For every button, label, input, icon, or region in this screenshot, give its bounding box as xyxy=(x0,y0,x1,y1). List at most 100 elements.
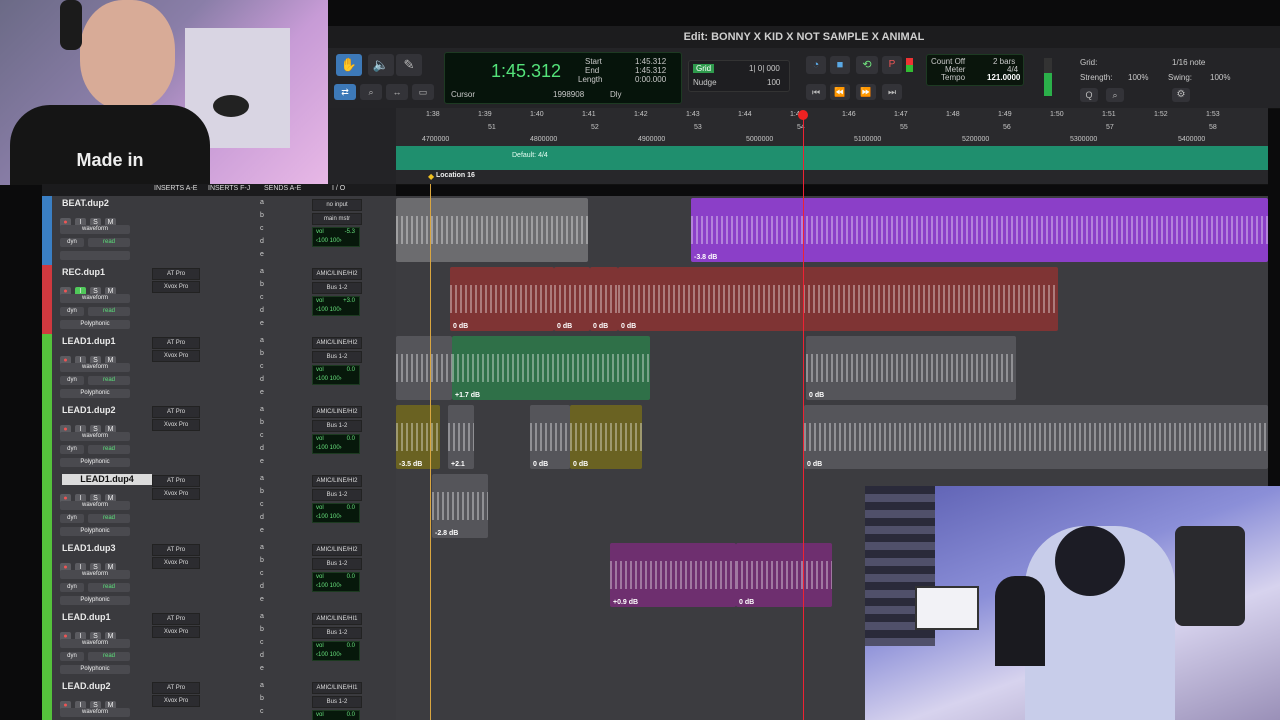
automation-mode-selector[interactable]: read xyxy=(88,652,130,661)
audio-clip[interactable]: 0 dB xyxy=(806,336,1016,400)
audio-clip[interactable]: 0 dB xyxy=(804,405,1268,469)
volume-value[interactable]: 0.0 xyxy=(347,573,355,582)
clip-gain-label[interactable]: -3.5 dB xyxy=(399,461,422,468)
track-view-selector[interactable]: waveform xyxy=(60,432,130,441)
clip-gain-label[interactable]: +0.9 dB xyxy=(613,599,638,606)
input-selector[interactable]: AMIC/LINE/HI1 xyxy=(312,682,362,694)
output-selector[interactable]: Bus 1-2 xyxy=(312,558,362,570)
rewind-to-start-button[interactable]: ⏮ xyxy=(806,84,826,100)
main-counter[interactable]: 1:45.312 xyxy=(491,61,561,82)
output-selector[interactable]: Bus 1-2 xyxy=(312,696,362,708)
io-header[interactable]: I / O xyxy=(332,185,345,192)
grabber-tool-button[interactable]: ✋ xyxy=(336,54,362,76)
search-icon[interactable]: Q xyxy=(1080,88,1098,102)
send-slot-a[interactable]: a xyxy=(260,268,264,275)
speaker-tool-button[interactable]: 🔈 xyxy=(368,54,394,76)
track-name[interactable]: LEAD1.dup1 xyxy=(62,336,152,347)
track-color-strip[interactable] xyxy=(42,541,52,610)
input-selector[interactable]: AMIC/LINE/HI1 xyxy=(312,613,362,625)
track-view-selector[interactable]: waveform xyxy=(60,708,130,717)
output-selector[interactable]: Bus 1-2 xyxy=(312,627,362,639)
markers-ruler[interactable]: ◆ Location 16 xyxy=(396,170,1268,185)
grid-label[interactable]: Grid xyxy=(693,64,715,73)
send-slot-e[interactable]: e xyxy=(260,596,264,603)
automation-mode-selector[interactable]: read xyxy=(88,514,130,523)
send-slot-c[interactable]: c xyxy=(260,501,264,508)
track-view-selector[interactable]: waveform xyxy=(60,639,130,648)
audio-clip[interactable]: -2.8 dB xyxy=(432,474,488,538)
clip-gain-label[interactable]: +1.7 dB xyxy=(455,392,480,399)
output-selector[interactable]: Bus 1-2 xyxy=(312,351,362,363)
audio-clip[interactable]: 0 dB xyxy=(570,405,642,469)
zoom-tool-button[interactable]: ⌕ xyxy=(360,84,382,100)
track-playlist-lane[interactable]: 0 dB 0 dB 0 dB 0 dB xyxy=(396,265,1268,334)
track-color-strip[interactable] xyxy=(42,196,52,265)
audio-clip[interactable]: +0.9 dB xyxy=(610,543,736,607)
audio-clip[interactable]: 0 dB xyxy=(530,405,570,469)
pan-value[interactable]: ‹100 100› xyxy=(316,307,342,313)
insert-plugin-slot[interactable]: AT Pro xyxy=(152,337,200,349)
timeline-ruler[interactable]: 1:38 1:39 1:40 1:41 1:42 1:43 1:44 1:45 1:46 1:47… xyxy=(396,108,1268,147)
insert-plugin-slot[interactable]: Xvox Pro xyxy=(152,557,200,569)
volume-value[interactable]: 0.0 xyxy=(347,366,355,375)
send-slot-b[interactable]: b xyxy=(260,281,264,288)
dyn-button[interactable]: dyn xyxy=(60,307,84,316)
track-row[interactable]: BEAT.dup2 ● I S M waveform dyn read a b c d e no… xyxy=(42,196,1268,266)
send-slot-a[interactable]: a xyxy=(260,199,264,206)
audio-clip[interactable] xyxy=(396,198,588,262)
insert-plugin-slot[interactable]: Xvox Pro xyxy=(152,695,200,707)
volume-value[interactable]: 0.0 xyxy=(347,642,355,651)
stop-button[interactable]: ■ xyxy=(830,56,850,74)
send-slot-c[interactable]: c xyxy=(260,708,264,715)
fast-forward-button[interactable]: ⏩ xyxy=(856,84,876,100)
dyn-button[interactable]: dyn xyxy=(60,652,84,661)
dyn-button[interactable]: dyn xyxy=(60,445,84,454)
strength-value[interactable]: 100% xyxy=(1128,73,1148,82)
volume-pan-display[interactable]: vol -5.3 ‹100 100› xyxy=(312,227,360,247)
track-playlist-lane[interactable]: -3.5 dB +2.1 0 dB 0 dB 0 dB xyxy=(396,403,1268,472)
voice-mode-selector[interactable]: Polyphonic xyxy=(60,389,130,398)
volume-value[interactable]: +3.0 xyxy=(343,297,355,306)
tempo-value[interactable]: 121.0000 xyxy=(987,73,1020,82)
tempo-panel[interactable]: Count Off 2 bars Meter 4/4 Tempo 121.000… xyxy=(926,54,1024,86)
dly-label[interactable]: Dly xyxy=(610,90,622,99)
track-color-strip[interactable] xyxy=(42,334,52,403)
clip-gain-label[interactable]: -2.8 dB xyxy=(435,530,458,537)
send-slot-b[interactable]: b xyxy=(260,212,264,219)
insert-plugin-slot[interactable]: AT Pro xyxy=(152,544,200,556)
voice-mode-selector[interactable]: Polyphonic xyxy=(60,458,130,467)
smart-tool-button[interactable]: ⇄ xyxy=(334,84,356,100)
track-color-strip[interactable] xyxy=(42,679,52,720)
input-selector[interactable]: AMIC/LINE/HI2 xyxy=(312,406,362,418)
send-slot-b[interactable]: b xyxy=(260,350,264,357)
send-slot-d[interactable]: d xyxy=(260,583,264,590)
volume-pan-display[interactable]: vol 0.0‹100 100› xyxy=(312,503,360,523)
nudge-value[interactable]: 100 xyxy=(767,78,780,87)
voice-mode-selector[interactable]: Polyphonic xyxy=(60,320,130,329)
volume-pan-display[interactable]: vol 0.0‹100 100› xyxy=(312,434,360,454)
gear-icon[interactable]: ⚙ xyxy=(1172,88,1190,102)
send-slot-d[interactable]: d xyxy=(260,652,264,659)
clip-gain-label[interactable]: +2.1 xyxy=(451,461,465,468)
track-name[interactable]: REC.dup1 xyxy=(62,267,152,278)
audio-clip[interactable]: -3.5 dB xyxy=(396,405,440,469)
volume-value[interactable]: 0.0 xyxy=(347,504,355,513)
send-slot-d[interactable]: d xyxy=(260,238,264,245)
clip-gain-label[interactable]: 0 dB xyxy=(593,323,608,330)
audio-clip[interactable]: 0 dB xyxy=(736,543,832,607)
length-value[interactable]: 0:00.000 xyxy=(635,75,666,84)
send-slot-c[interactable]: c xyxy=(260,294,264,301)
dyn-button[interactable]: dyn xyxy=(60,583,84,592)
send-slot-c[interactable]: c xyxy=(260,432,264,439)
playhead-line[interactable] xyxy=(803,112,804,720)
clip-gain-label[interactable]: 0 dB xyxy=(557,323,572,330)
track-row[interactable]: LEAD1.dup1 ● I S M waveform dyn read Polyph… xyxy=(42,334,1268,404)
main-counter-panel[interactable]: 1:45.312 Start 1:45.312 End 1:45.312 Len… xyxy=(444,52,682,104)
insert-plugin-slot[interactable]: Xvox Pro xyxy=(152,281,200,293)
send-slot-e[interactable]: e xyxy=(260,458,264,465)
track-playlist-lane[interactable]: -3.8 dB xyxy=(396,196,1268,265)
track-header[interactable]: LEAD.dup1 ● I S M waveform dyn read Polypho… xyxy=(42,610,397,679)
send-slot-d[interactable]: d xyxy=(260,514,264,521)
insert-plugin-slot[interactable]: Xvox Pro xyxy=(152,419,200,431)
dyn-button[interactable]: dyn xyxy=(60,514,84,523)
